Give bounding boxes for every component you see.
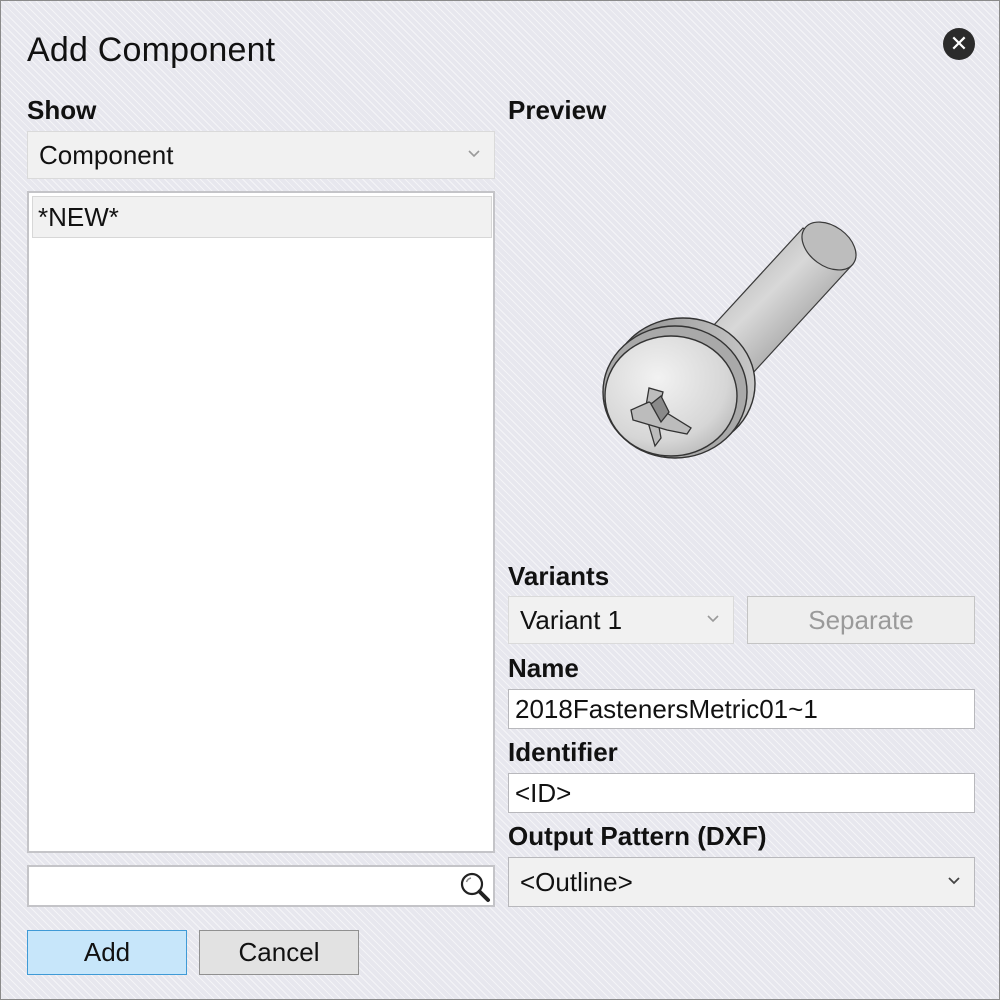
preview-label: Preview <box>508 95 607 125</box>
search-input[interactable] <box>27 865 495 907</box>
chevron-down-icon <box>468 150 480 158</box>
show-select[interactable]: Component <box>27 131 495 179</box>
variant-select-value: Variant 1 <box>520 604 623 635</box>
name-field[interactable]: 2018FastenersMetric01~1 <box>508 689 975 729</box>
variants-label: Variants <box>508 561 610 591</box>
add-button[interactable]: Add <box>27 930 187 975</box>
close-icon[interactable]: ✕ <box>943 28 975 60</box>
show-select-value: Component <box>39 139 174 170</box>
identifier-label: Identifier <box>508 737 618 767</box>
component-list[interactable]: *NEW* <box>27 191 495 853</box>
add-component-dialog: Add Component ✕ Show Component *NEW* Pre… <box>0 0 1000 1000</box>
output-pattern-label: Output Pattern (DXF) <box>508 821 767 851</box>
show-label: Show <box>27 95 97 125</box>
list-item-label: *NEW* <box>38 201 119 232</box>
separate-button[interactable]: Separate <box>747 596 975 644</box>
identifier-field[interactable]: <ID> <box>508 773 975 813</box>
output-pattern-select-value: <Outline> <box>520 866 633 897</box>
cancel-button[interactable]: Cancel <box>199 930 359 975</box>
identifier-field-value: <ID> <box>515 777 572 808</box>
output-pattern-select[interactable]: <Outline> <box>508 857 975 907</box>
screw-preview-image <box>602 221 857 459</box>
dialog-title: Add Component <box>27 31 276 69</box>
variant-select[interactable]: Variant 1 <box>508 596 734 644</box>
list-item[interactable]: *NEW* <box>32 196 492 238</box>
magnifier-icon[interactable] <box>459 871 491 903</box>
name-label: Name <box>508 653 579 683</box>
chevron-down-icon <box>948 877 960 885</box>
chevron-down-icon <box>707 615 719 623</box>
name-field-value: 2018FastenersMetric01~1 <box>515 693 818 724</box>
